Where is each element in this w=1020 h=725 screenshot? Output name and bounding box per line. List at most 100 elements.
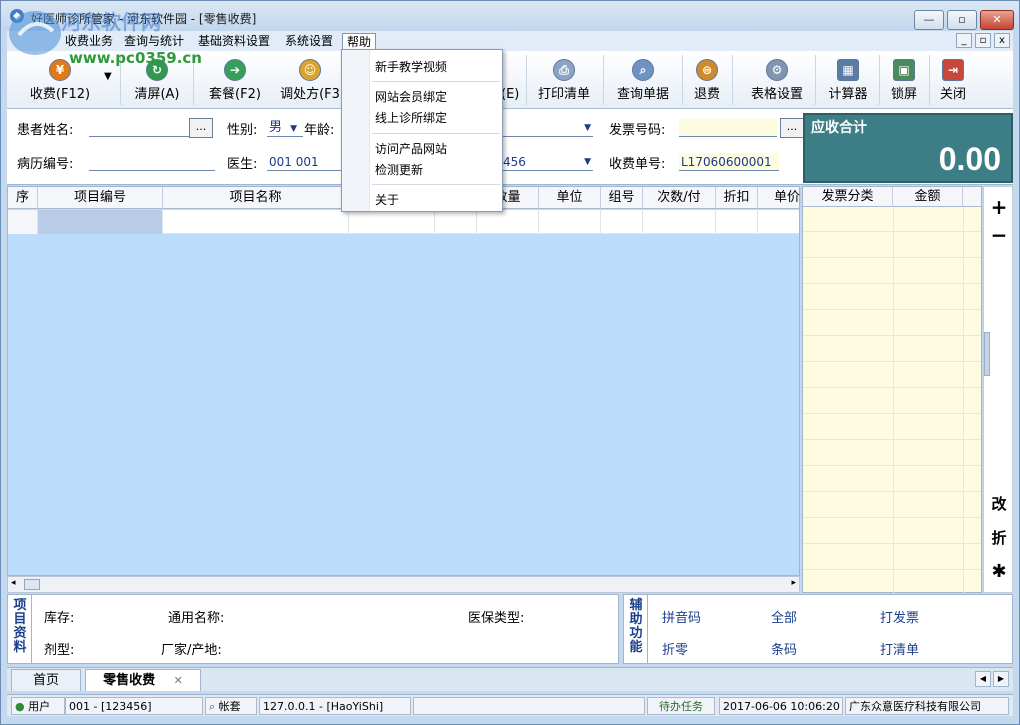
record-number-label: 病历编号:	[17, 157, 74, 172]
calculator-icon: ▦	[837, 59, 859, 81]
patient-name-label: 患者姓名:	[17, 123, 74, 138]
pending-tasks-link[interactable]: 待办任务	[647, 697, 715, 715]
column-header[interactable]: 发票分类	[803, 187, 893, 207]
menu-system-settings[interactable]: 系统设置	[281, 33, 337, 50]
chevron-down-icon: ▼	[584, 157, 591, 167]
toolbar-separator	[193, 55, 194, 105]
print-invoice-link[interactable]: 打发票	[880, 607, 919, 626]
department-select[interactable]: 456 ▼	[501, 153, 593, 171]
assist-panel: 辅助功能 拼音码 全部 打发票 折零 条码 打清单	[623, 594, 1013, 664]
receipt-number-input[interactable]: L17060600001	[679, 153, 779, 171]
title-bar: 好医师诊所管家 - 河东软件园 - [零售收费] — ▫ ✕	[1, 1, 1019, 31]
tab-home[interactable]: 首页	[11, 669, 81, 691]
tab-scroll-left-icon[interactable]: ◀	[975, 671, 991, 687]
patient-lookup-button[interactable]: ...	[189, 118, 213, 138]
tab-retail-charge[interactable]: 零售收费 ✕	[85, 669, 201, 691]
panel-splitter[interactable]	[984, 332, 990, 376]
mdi-close-button[interactable]: x	[994, 33, 1010, 48]
lock-screen-button[interactable]: ▣ 锁屏	[883, 51, 925, 109]
barcode-link[interactable]: 条码	[771, 639, 797, 658]
toolbar-separator	[929, 55, 930, 105]
app-window: 好医师诊所管家 - 河东软件园 - [零售收费] — ▫ ✕ 收费业务 查询与统…	[0, 0, 1020, 725]
close-tab-icon[interactable]: ✕	[174, 674, 183, 687]
clear-screen-button[interactable]: ↻ 清屏(A)	[125, 51, 189, 109]
scroll-left-icon[interactable]: ◂	[11, 578, 16, 588]
record-number-input[interactable]	[89, 153, 215, 171]
toolbar-separator	[879, 55, 880, 105]
menu-help[interactable]: 帮助	[342, 33, 377, 50]
insurance-type-label: 医保类型:	[468, 611, 525, 626]
discount-button[interactable]: 折	[984, 527, 1014, 548]
horizontal-scrollbar[interactable]: ◂ ▸	[7, 576, 800, 593]
menu-basic-settings[interactable]: 基础资料设置	[194, 33, 274, 50]
mdi-restore-button[interactable]: ▫	[975, 33, 991, 48]
menu-billing[interactable]: 收费业务	[61, 33, 117, 50]
hidden-select[interactable]: ▼	[491, 119, 593, 137]
calculator-button[interactable]: ▦ 计算器	[821, 51, 875, 109]
tab-scroll-right-icon[interactable]: ▶	[993, 671, 1009, 687]
maximize-button[interactable]: ▫	[947, 10, 977, 30]
column-header[interactable]: 组号	[601, 187, 643, 209]
column-header[interactable]: 金额	[893, 187, 963, 207]
age-label: 年龄:	[304, 123, 335, 138]
pinyin-code-link[interactable]: 拼音码	[662, 607, 701, 626]
chevron-down-icon: ▼	[584, 123, 591, 133]
menu-item-about[interactable]: 关于	[375, 191, 399, 208]
print-list-button[interactable]: ⎙ 打印清单	[531, 51, 597, 109]
print-list-link[interactable]: 打清单	[880, 639, 919, 658]
yuan-icon: ¥	[49, 59, 71, 81]
toolbar-separator	[682, 55, 683, 105]
manufacturer-label: 厂家/产地:	[161, 643, 222, 658]
generic-name-label: 通用名称:	[168, 611, 225, 626]
menu-item-bind-member[interactable]: 网站会员绑定	[375, 88, 447, 105]
close-page-button[interactable]: ⇥ 关闭	[933, 51, 973, 109]
hidden-toolbar-button[interactable]: (E)	[501, 51, 519, 109]
show-all-link[interactable]: 全部	[771, 607, 797, 626]
scroll-right-icon[interactable]: ▸	[791, 578, 796, 588]
mdi-minimize-button[interactable]: _	[956, 33, 972, 48]
account-status: ⌕ 帐套	[205, 697, 257, 715]
datetime-value: 2017-06-06 10:06:20	[719, 697, 843, 715]
column-header[interactable]: 折扣	[716, 187, 758, 209]
patient-form: 患者姓名: ... 性别: 男 ▼ 年龄: ▼ 发票号码: ... 病历编号: …	[7, 109, 1013, 185]
invoice-number-input[interactable]	[679, 119, 777, 137]
stock-label: 库存:	[44, 611, 75, 626]
column-header[interactable]: 项目编号	[38, 187, 163, 209]
split-unit-link[interactable]: 折零	[662, 639, 688, 658]
remove-row-button[interactable]: −	[984, 223, 1014, 247]
total-due-panel: 应收合计 0.00	[803, 113, 1013, 183]
search-doc-icon: ⌕	[632, 59, 654, 81]
items-grid[interactable]: 序 项目编号 项目名称 数量 单位 组号 次数/付 折扣 单价	[7, 186, 801, 576]
invoice-lookup-button[interactable]: ...	[780, 118, 804, 138]
menu-item-tutorial-video[interactable]: 新手教学视频	[375, 58, 447, 75]
adjust-prescription-button[interactable]: ☺ 调处方(F3	[275, 51, 345, 109]
close-window-button[interactable]: ✕	[980, 10, 1014, 30]
item-info-title: 项目资料	[13, 598, 27, 655]
modify-button[interactable]: 改	[984, 493, 1014, 514]
menu-item-check-update[interactable]: 检测更新	[375, 161, 423, 178]
package-button[interactable]: ➔ 套餐(F2)	[199, 51, 271, 109]
menu-query-stats[interactable]: 查询与统计	[120, 33, 188, 50]
gender-select[interactable]: 男 ▼	[267, 119, 303, 137]
menu-item-bind-online-clinic[interactable]: 线上诊所绑定	[375, 109, 447, 126]
add-row-button[interactable]: +	[984, 195, 1014, 219]
refund-button[interactable]: ⊜ 退费	[687, 51, 727, 109]
column-header[interactable]: 项目名称	[163, 187, 349, 209]
menu-item-visit-website[interactable]: 访问产品网站	[375, 140, 447, 157]
charge-button[interactable]: ¥ 收费(F12)	[17, 51, 103, 109]
charge-dropdown-arrow[interactable]: ▼	[104, 71, 112, 82]
column-header[interactable]: 次数/付	[643, 187, 716, 209]
minimize-button[interactable]: —	[914, 10, 944, 30]
doctor-select[interactable]: 001 001	[267, 153, 345, 171]
table-row[interactable]	[8, 210, 799, 234]
table-settings-button[interactable]: ⚙ 表格设置	[743, 51, 811, 109]
patient-name-input[interactable]	[89, 119, 189, 137]
query-documents-button[interactable]: ⌕ 查询单据	[609, 51, 677, 109]
column-header[interactable]: 序	[8, 187, 38, 209]
scrollbar-thumb[interactable]	[24, 579, 40, 590]
selected-cell[interactable]	[38, 210, 163, 234]
column-header[interactable]: 单价	[758, 187, 801, 209]
special-button[interactable]: ✱	[984, 561, 1014, 582]
column-header[interactable]: 单位	[539, 187, 601, 209]
status-bar: ● 用户 001 - [123456] ⌕ 帐套 127.0.0.1 - [Ha…	[7, 694, 1013, 716]
